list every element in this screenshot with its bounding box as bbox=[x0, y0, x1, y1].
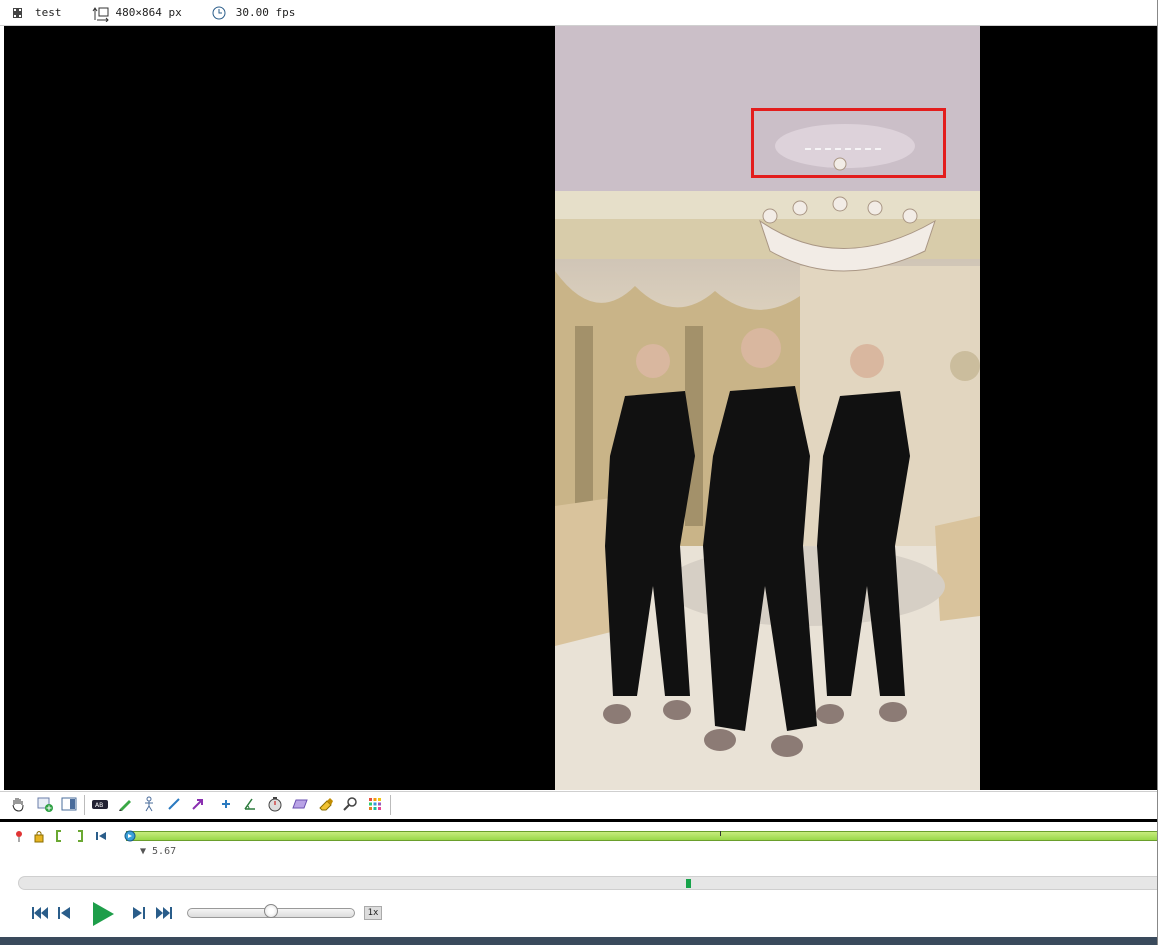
last-frame-icon[interactable] bbox=[155, 904, 173, 922]
frame-position-bar[interactable] bbox=[18, 876, 1158, 890]
resolution-item: 480×864 px bbox=[92, 6, 182, 22]
lock-icon[interactable] bbox=[32, 829, 46, 843]
human-model-icon[interactable] bbox=[141, 796, 157, 812]
resolution-label: 480×864 px bbox=[115, 6, 182, 19]
comments-panel-icon[interactable] bbox=[61, 796, 77, 812]
timeline: ▼ 5.67 bbox=[0, 822, 1158, 872]
color-grid-icon[interactable] bbox=[367, 796, 383, 812]
timeline-tick bbox=[720, 831, 721, 836]
next-frame-icon[interactable] bbox=[131, 904, 147, 922]
eraser-icon[interactable] bbox=[318, 796, 334, 812]
add-keyframe-icon[interactable] bbox=[37, 796, 53, 812]
timeline-track[interactable] bbox=[126, 831, 1158, 841]
status-strip bbox=[0, 937, 1158, 945]
drawing-toolbar: AB bbox=[0, 791, 1158, 822]
pencil-icon[interactable] bbox=[117, 796, 133, 812]
selection-end-icon[interactable] bbox=[73, 829, 87, 843]
filename-label: test bbox=[35, 6, 62, 19]
go-to-selection-start-icon[interactable] bbox=[94, 829, 108, 843]
cross-marker-icon[interactable] bbox=[218, 796, 234, 812]
current-time-readout: ▼ 5.67 bbox=[140, 846, 177, 857]
resize-icon bbox=[92, 6, 109, 22]
hand-icon[interactable] bbox=[10, 796, 26, 812]
arrow-icon[interactable] bbox=[190, 796, 206, 812]
toolbar-separator bbox=[390, 795, 391, 815]
plane-icon[interactable] bbox=[292, 796, 308, 812]
svg-text:AB: AB bbox=[95, 802, 103, 809]
first-frame-icon[interactable] bbox=[31, 904, 49, 922]
video-frame[interactable] bbox=[555, 26, 980, 790]
speed-label: 1x bbox=[364, 906, 382, 920]
frame-position-cursor[interactable] bbox=[686, 879, 691, 888]
clock-icon bbox=[212, 6, 226, 20]
transport-controls: 1x bbox=[0, 898, 1158, 938]
label-icon[interactable]: AB bbox=[92, 796, 108, 812]
film-strip-icon bbox=[11, 6, 25, 20]
playhead-icon[interactable] bbox=[124, 830, 136, 842]
speed-slider-knob[interactable] bbox=[264, 904, 278, 918]
roi-rectangle[interactable] bbox=[751, 108, 946, 178]
framerate-item: 30.00 fps bbox=[212, 6, 296, 20]
video-viewer[interactable] bbox=[4, 26, 1158, 790]
framerate-label: 30.00 fps bbox=[235, 6, 296, 19]
selection-start-icon[interactable] bbox=[52, 829, 66, 843]
previous-frame-icon[interactable] bbox=[56, 904, 72, 922]
angle-icon[interactable] bbox=[242, 796, 258, 812]
video-info-bar: test 480×864 px 30.00 fps bbox=[0, 0, 1158, 26]
line-icon[interactable] bbox=[166, 796, 182, 812]
toolbar-separator bbox=[84, 795, 85, 815]
filename-item: test bbox=[11, 6, 62, 20]
marker-icon[interactable] bbox=[12, 829, 26, 843]
chronometer-icon[interactable] bbox=[267, 796, 283, 812]
play-icon[interactable] bbox=[90, 900, 116, 928]
magnifier-icon[interactable] bbox=[342, 796, 358, 812]
